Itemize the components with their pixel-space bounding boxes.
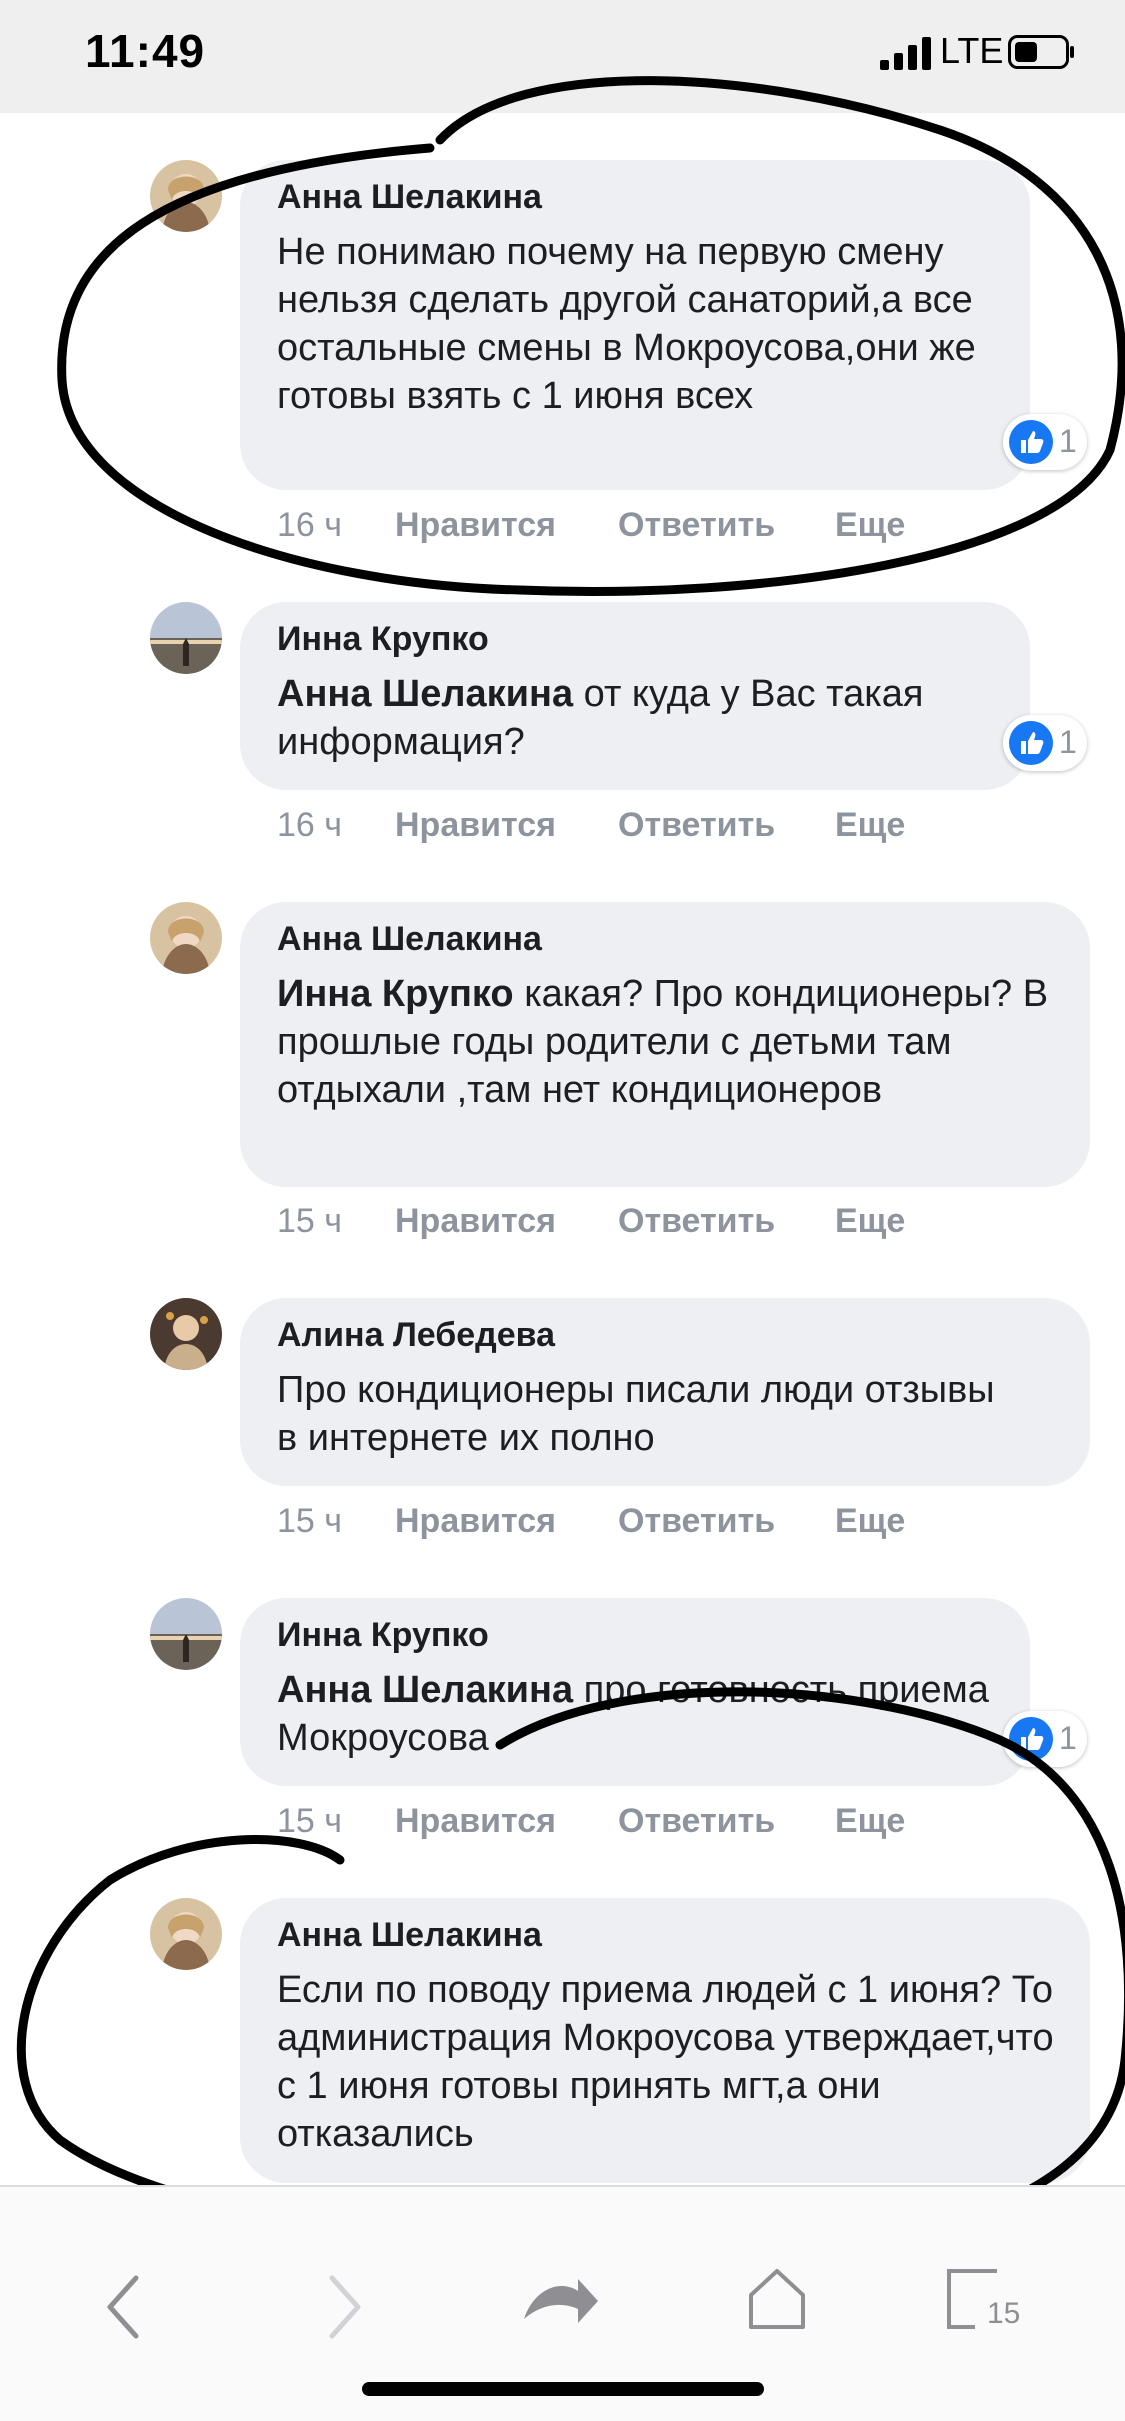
comment-author[interactable]: Анна Шелакина — [277, 1916, 542, 1955]
comment-text: Анна Шелакина от куда у Вас такая информ… — [277, 670, 997, 766]
comment: Анна Шелакина Если по поводу приема люде… — [0, 1896, 1125, 2186]
more-button[interactable]: Еще — [835, 806, 905, 845]
reply-button[interactable]: Ответить — [618, 806, 775, 845]
comment-author[interactable]: Инна Крупко — [277, 1616, 489, 1655]
comment: Инна Крупко Анна Шелакина про готовность… — [0, 1596, 1125, 1866]
network-label: LTE — [940, 30, 1004, 71]
avatar[interactable] — [150, 902, 222, 974]
home-indicator[interactable] — [362, 2382, 764, 2396]
reply-button[interactable]: Ответить — [618, 1802, 775, 1841]
like-button[interactable]: Нравится — [395, 506, 556, 545]
comment-time[interactable]: 16 ч — [277, 806, 342, 845]
reaction-badge[interactable]: 1 — [1003, 1711, 1087, 1767]
reaction-count: 1 — [1059, 423, 1077, 459]
reply-button[interactable]: Ответить — [618, 1202, 775, 1241]
back-icon[interactable] — [100, 2272, 150, 2342]
reaction-badge[interactable]: 1 — [1003, 414, 1087, 470]
comment: Анна Шелакина Не понимаю почему на перву… — [0, 150, 1125, 570]
comment-time[interactable]: 15 ч — [277, 1502, 342, 1541]
like-button[interactable]: Нравится — [395, 1202, 556, 1241]
comment: Анна Шелакина Инна Крупко какая? Про кон… — [0, 900, 1125, 1260]
tabs-button[interactable]: 15 — [945, 2267, 1025, 2337]
comment-text: Анна Шелакина про готовность приема Мокр… — [277, 1666, 997, 1762]
comment-mention[interactable]: Инна Крупко — [277, 973, 514, 1015]
tabs-count: 15 — [987, 2297, 1021, 2330]
like-button[interactable]: Нравится — [395, 1502, 556, 1541]
comment-bubble[interactable]: Алина Лебедева Про кондиционеры писали л… — [240, 1298, 1090, 1486]
like-button[interactable]: Нравится — [395, 1802, 556, 1841]
comment-body: Про кондиционеры писали люди отзывы в ин… — [277, 1369, 995, 1459]
status-bar: 11:49 LTE — [0, 0, 1125, 113]
comment-bubble[interactable]: Анна Шелакина Не понимаю почему на перву… — [240, 160, 1030, 490]
like-icon — [1009, 1717, 1053, 1761]
comment-bubble[interactable]: Инна Крупко Анна Шелакина от куда у Вас … — [240, 602, 1030, 790]
reply-button[interactable]: Ответить — [618, 506, 775, 545]
like-icon — [1009, 721, 1053, 765]
comment-bubble[interactable]: Анна Шелакина Если по поводу приема люде… — [240, 1898, 1090, 2183]
comment-mention[interactable]: Анна Шелакина — [277, 673, 573, 715]
comment-author[interactable]: Алина Лебедева — [277, 1316, 555, 1355]
comment-text: Если по поводу приема людей с 1 июня? То… — [277, 1966, 1067, 2158]
avatar[interactable] — [150, 160, 222, 232]
more-button[interactable]: Еще — [835, 506, 905, 545]
avatar[interactable] — [150, 1898, 222, 1970]
status-time: 11:49 — [85, 25, 206, 77]
reply-button[interactable]: Ответить — [618, 1502, 775, 1541]
reaction-count: 1 — [1059, 1720, 1077, 1756]
comment-author[interactable]: Анна Шелакина — [277, 178, 542, 217]
battery-icon — [1008, 35, 1074, 69]
avatar[interactable] — [150, 1298, 222, 1370]
comment-text: Инна Крупко какая? Про кондиционеры? В п… — [277, 970, 1067, 1114]
comment-author[interactable]: Анна Шелакина — [277, 920, 542, 959]
comment-time[interactable]: 15 ч — [277, 1802, 342, 1841]
forward-icon[interactable] — [318, 2272, 368, 2342]
like-icon — [1009, 420, 1053, 464]
avatar[interactable] — [150, 602, 222, 674]
comment-body: Если по поводу приема людей с 1 июня? То… — [277, 1969, 1054, 2155]
like-button[interactable]: Нравится — [395, 806, 556, 845]
comment-body: Не понимаю почему на первую смену нельзя… — [277, 231, 976, 417]
comment-mention[interactable]: Анна Шелакина — [277, 1669, 573, 1711]
comment: Алина Лебедева Про кондиционеры писали л… — [0, 1296, 1125, 1566]
more-button[interactable]: Еще — [835, 1802, 905, 1841]
reaction-badge[interactable]: 1 — [1003, 715, 1087, 771]
comment-bubble[interactable]: Инна Крупко Анна Шелакина про готовность… — [240, 1598, 1030, 1786]
signal-icon — [880, 37, 931, 70]
comment-text: Не понимаю почему на первую смену нельзя… — [277, 228, 997, 420]
reaction-count: 1 — [1059, 724, 1077, 760]
comment-time[interactable]: 16 ч — [277, 506, 342, 545]
comment-author[interactable]: Инна Крупко — [277, 620, 489, 659]
more-button[interactable]: Еще — [835, 1502, 905, 1541]
share-icon[interactable] — [520, 2275, 600, 2335]
comment: Инна Крупко Анна Шелакина от куда у Вас … — [0, 600, 1125, 870]
more-button[interactable]: Еще — [835, 1202, 905, 1241]
comment-time[interactable]: 15 ч — [277, 1202, 342, 1241]
comment-text: Про кондиционеры писали люди отзывы в ин… — [277, 1366, 997, 1462]
home-icon[interactable] — [747, 2267, 807, 2331]
avatar[interactable] — [150, 1598, 222, 1670]
comment-bubble[interactable]: Анна Шелакина Инна Крупко какая? Про кон… — [240, 902, 1090, 1187]
